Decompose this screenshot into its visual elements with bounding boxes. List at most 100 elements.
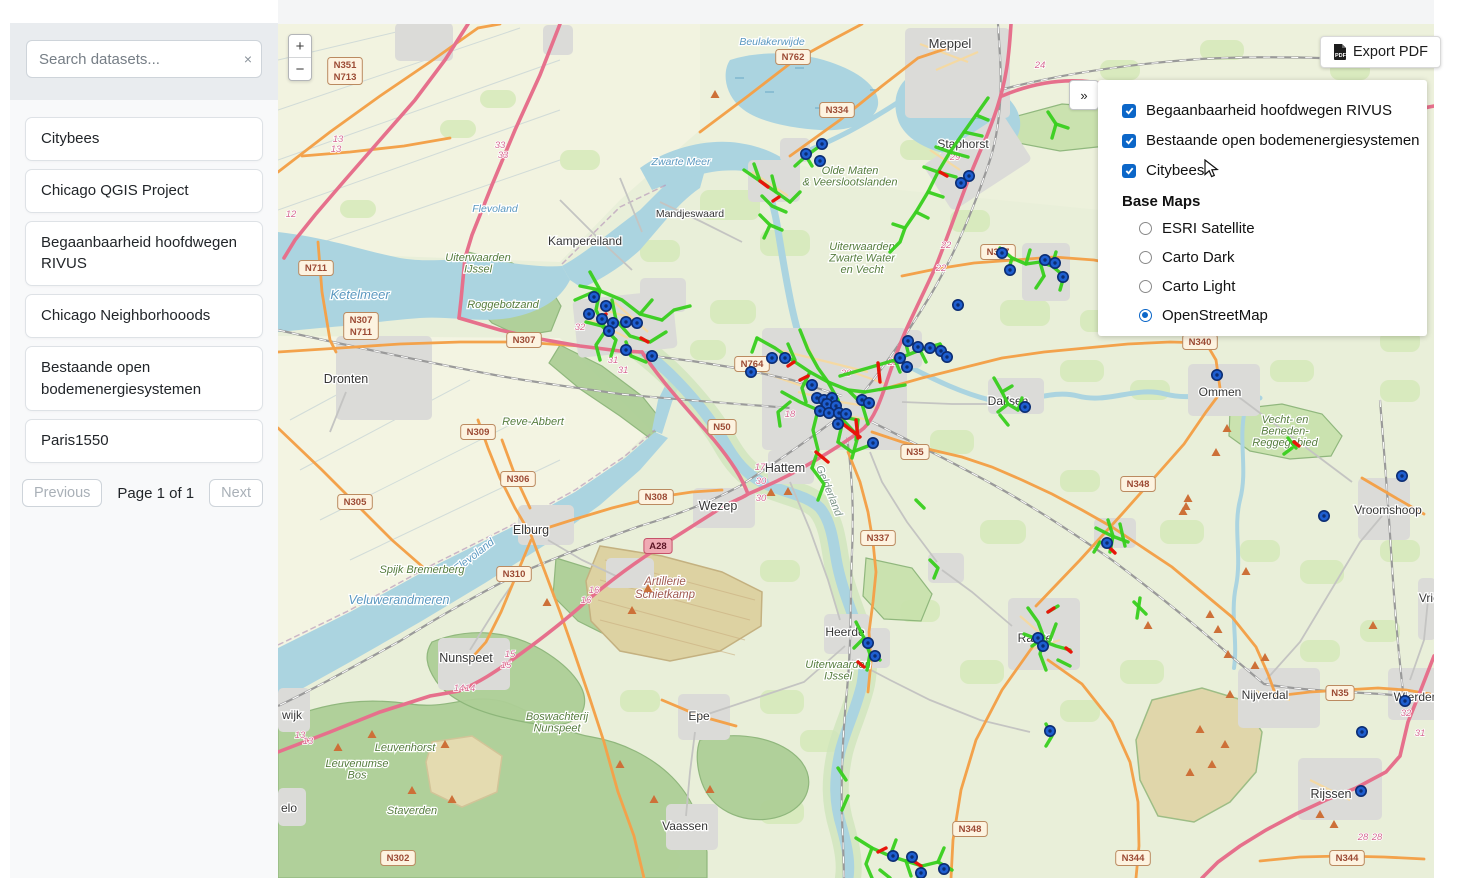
svg-text:18: 18 <box>785 409 796 420</box>
search-clear-icon[interactable]: × <box>244 50 252 68</box>
layer-panel-collapse-button[interactable]: » <box>1069 80 1099 110</box>
svg-text:N334: N334 <box>826 105 849 116</box>
base-maps-title: Base Maps <box>1098 185 1427 214</box>
svg-text:Artillerie: Artillerie <box>643 576 686 588</box>
svg-text:N340: N340 <box>1189 337 1212 348</box>
basemap-label: Carto Light <box>1162 278 1235 295</box>
svg-text:Meppel: Meppel <box>929 36 972 51</box>
basemap-label: ESRI Satellite <box>1162 220 1255 237</box>
svg-text:30: 30 <box>756 493 767 504</box>
svg-text:Reggegebied: Reggegebied <box>1252 437 1318 449</box>
next-page-button[interactable]: Next <box>209 479 263 507</box>
svg-text:Ommen: Ommen <box>1199 385 1242 399</box>
previous-page-button[interactable]: Previous <box>22 479 102 507</box>
zoom-in-button[interactable]: + <box>289 35 311 58</box>
basemap-label: Carto Dark <box>1162 249 1235 266</box>
dataset-card[interactable]: Citybees <box>25 117 263 161</box>
pagination: Previous Page 1 of 1 Next <box>22 479 263 507</box>
svg-text:N305: N305 <box>344 497 367 508</box>
svg-text:Vroomshoop: Vroomshoop <box>1354 503 1422 517</box>
radio-icon[interactable] <box>1139 280 1152 293</box>
dataset-card[interactable]: Begaanbaarheid hoofdwegen RIVUS <box>25 221 263 287</box>
svg-text:Zwarte Water: Zwarte Water <box>828 253 896 265</box>
dataset-card[interactable]: Paris1550 <box>25 419 263 463</box>
svg-text:14: 14 <box>465 683 476 694</box>
svg-text:N50: N50 <box>713 422 730 433</box>
radio-icon[interactable] <box>1139 309 1152 322</box>
dataset-list: Citybees Chicago QGIS Project Begaanbaarhe… <box>10 100 278 463</box>
svg-text:N762: N762 <box>782 52 805 63</box>
svg-text:& Veerslootslanden: & Veerslootslanden <box>803 177 898 189</box>
svg-text:Rijssen: Rijssen <box>1311 787 1352 801</box>
svg-text:N35: N35 <box>1331 688 1349 699</box>
svg-text:17: 17 <box>755 462 766 473</box>
layer-control-panel: Begaanbaarheid hoofdwegen RIVUS Bestaande… <box>1098 80 1427 336</box>
dataset-card[interactable]: Chicago QGIS Project <box>25 169 263 213</box>
svg-text:Wezep: Wezep <box>699 499 738 513</box>
checkbox-checked-icon[interactable] <box>1122 134 1136 148</box>
svg-text:Nunspeet: Nunspeet <box>533 723 581 735</box>
svg-text:Olde Maten: Olde Maten <box>822 165 879 177</box>
svg-text:N307: N307 <box>513 335 536 346</box>
zoom-out-button[interactable]: − <box>289 58 311 80</box>
dataset-card[interactable]: Bestaande open bodemenergiesystemen <box>25 346 263 412</box>
svg-text:Dronten: Dronten <box>324 372 369 386</box>
svg-text:N344: N344 <box>1336 853 1359 864</box>
export-pdf-button[interactable]: PDF Export PDF <box>1320 36 1441 68</box>
svg-text:22: 22 <box>935 263 947 274</box>
overlay-label: Bestaande open bodemenergiesystemen <box>1146 132 1420 149</box>
svg-text:Boswachterij: Boswachterij <box>526 711 589 723</box>
basemap-radio-row[interactable]: Carto Light <box>1098 272 1427 301</box>
svg-text:Staverden: Staverden <box>387 805 437 817</box>
checkbox-checked-icon[interactable] <box>1122 164 1136 178</box>
svg-text:33: 33 <box>498 150 509 161</box>
basemap-label: OpenStreetMap <box>1162 307 1268 324</box>
svg-text:N711: N711 <box>305 263 328 274</box>
app-root: { "sidebar": { "search": {"placeholder":… <box>0 0 1465 878</box>
dataset-card[interactable]: Chicago Neighborhooods <box>25 294 263 338</box>
search-section: × <box>10 23 278 100</box>
svg-text:31: 31 <box>608 355 619 366</box>
basemap-radio-row[interactable]: Carto Dark <box>1098 243 1427 272</box>
dataset-sidebar: × Citybees Chicago QGIS Project Begaanbaar… <box>10 23 278 878</box>
radio-icon[interactable] <box>1139 251 1152 264</box>
svg-text:Veluwerandmeren: Veluwerandmeren <box>349 593 450 607</box>
svg-text:N306: N306 <box>507 474 530 485</box>
svg-text:A28: A28 <box>649 541 666 552</box>
svg-text:Beneden-: Beneden- <box>1261 426 1309 438</box>
svg-text:16: 16 <box>581 595 592 606</box>
svg-text:22: 22 <box>940 240 952 251</box>
svg-text:Nunspeet: Nunspeet <box>439 651 493 665</box>
svg-text:Flevoland: Flevoland <box>472 203 519 215</box>
svg-text:N344: N344 <box>1122 853 1145 864</box>
svg-text:IJssel: IJssel <box>464 264 493 276</box>
svg-text:Elburg: Elburg <box>513 523 549 537</box>
radio-icon[interactable] <box>1139 222 1152 235</box>
svg-text:13: 13 <box>303 736 314 747</box>
basemap-radio-row[interactable]: ESRI Satellite <box>1098 214 1427 243</box>
svg-text:30: 30 <box>756 476 767 487</box>
svg-text:Vriezenveen: Vriezenveen <box>1419 591 1434 605</box>
svg-text:Hattem: Hattem <box>765 461 805 475</box>
overlay-label: Begaanbaarheid hoofdwegen RIVUS <box>1146 102 1392 119</box>
checkbox-checked-icon[interactable] <box>1122 104 1136 118</box>
overlay-toggle-row[interactable]: Citybees <box>1098 155 1427 185</box>
svg-text:28: 28 <box>1357 832 1369 843</box>
overlay-toggle-row[interactable]: Begaanbaarheid hoofdwegen RIVUS <box>1098 95 1427 125</box>
svg-text:15: 15 <box>505 649 516 660</box>
pdf-file-icon: PDF <box>1333 44 1347 60</box>
svg-text:Reve-Abbert: Reve-Abbert <box>502 416 565 428</box>
overlay-label: Citybees <box>1146 162 1204 179</box>
search-input[interactable] <box>26 40 262 78</box>
svg-text:Nijverdal: Nijverdal <box>1242 688 1289 702</box>
page-status: Page 1 of 1 <box>112 485 199 502</box>
svg-text:N307: N307 <box>350 315 373 326</box>
basemap-radio-row[interactable]: OpenStreetMap <box>1098 301 1427 330</box>
svg-text:Uiterwaarden: Uiterwaarden <box>829 241 894 253</box>
svg-text:Ketelmeer: Ketelmeer <box>330 287 390 302</box>
svg-text:Beulakerwijde: Beulakerwijde <box>739 36 805 48</box>
overlay-toggle-row[interactable]: Bestaande open bodemenergiesystemen <box>1098 125 1427 155</box>
svg-text:14: 14 <box>454 683 465 694</box>
svg-text:PDF: PDF <box>1335 53 1347 59</box>
svg-text:Leuvenhorst: Leuvenhorst <box>375 742 436 754</box>
